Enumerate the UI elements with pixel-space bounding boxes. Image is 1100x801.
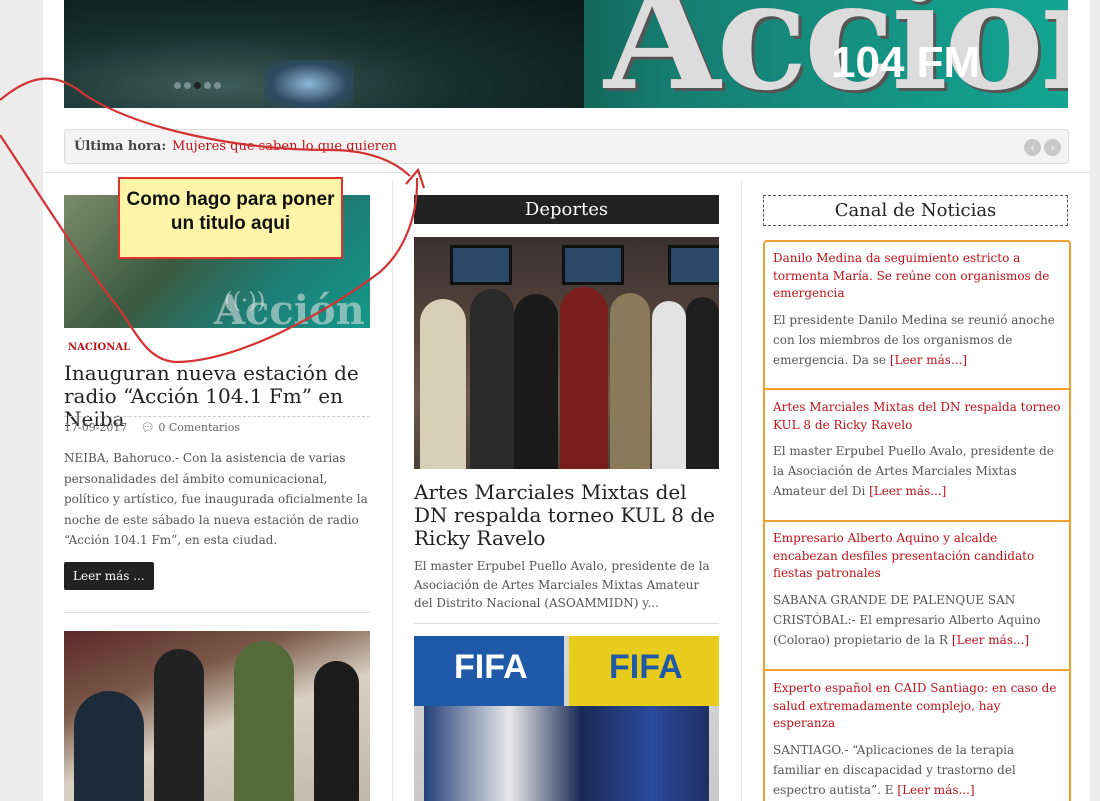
news-item-excerpt: El master Erpubel Puello Avalo, presiden…: [773, 441, 1063, 501]
category-badge[interactable]: NACIONAL: [68, 342, 130, 353]
comments-count: 0 Comentarios: [158, 421, 240, 434]
photo-figure: [314, 661, 359, 801]
news-divider: [765, 669, 1069, 671]
article-divider: [64, 612, 370, 613]
photo-figure: [420, 299, 466, 469]
read-more-button[interactable]: Leer más ...: [64, 562, 154, 590]
comment-icon: 💬︎: [140, 421, 155, 434]
news-item-excerpt: El presidente Danilo Medina se reunió an…: [773, 310, 1063, 370]
slider-dot[interactable]: [174, 82, 181, 89]
section-title-canal: Canal de Noticias: [763, 195, 1068, 226]
slider-dot[interactable]: [204, 82, 211, 89]
section-divider: [43, 172, 1090, 173]
chevron-left-icon[interactable]: ‹: [1024, 139, 1041, 156]
slider-dots[interactable]: [174, 82, 221, 89]
news-item: Experto español en CAID Santiago: en cas…: [773, 680, 1063, 800]
photo-tv-screen: [450, 245, 512, 285]
chevron-right-icon[interactable]: ›: [1044, 139, 1061, 156]
photo-figure: [560, 287, 608, 469]
photo-fifa-banner: FIFA: [414, 636, 564, 706]
image-logo-text: Acción: [214, 287, 365, 328]
photo-group: [424, 706, 709, 801]
article-date: 17-09-2017: [64, 421, 128, 434]
column-divider: [741, 180, 742, 801]
photo-figure: [470, 289, 514, 469]
read-more-link[interactable]: [Leer más...]: [897, 783, 974, 797]
photo-fifa-banner: FIFA: [569, 636, 719, 706]
comments-link[interactable]: 💬︎ 0 Comentarios: [141, 421, 240, 434]
read-more-link[interactable]: [Leer más...]: [869, 484, 946, 498]
ticker-label: Última hora:: [74, 139, 167, 154]
news-item-title-link[interactable]: Experto español en CAID Santiago: en cas…: [773, 680, 1063, 733]
article-meta: 17-09-2017 💬︎ 0 Comentarios: [64, 416, 370, 434]
header-banner[interactable]: Acción 104 FM: [64, 0, 1068, 108]
photo-figure: [154, 649, 204, 801]
slider-dot-active[interactable]: [194, 82, 201, 89]
slider-dot[interactable]: [214, 82, 221, 89]
article-excerpt: El master Erpubel Puello Avalo, presiden…: [414, 559, 710, 610]
news-item-title-link[interactable]: Danilo Medina da seguimiento estricto a …: [773, 250, 1063, 303]
station-frequency: 104 FM: [831, 38, 981, 87]
article-image-mma[interactable]: [414, 237, 719, 469]
photo-figure: [610, 293, 650, 469]
slider-dot[interactable]: [184, 82, 191, 89]
news-excerpt-text: SANTIAGO.- “Aplicaciones de la terapia f…: [773, 742, 1016, 797]
ticker-headline-link[interactable]: Mujeres que saben lo que quieren: [172, 139, 397, 154]
article-divider: [414, 623, 719, 624]
photo-figure: [74, 691, 144, 801]
news-divider: [765, 388, 1069, 390]
news-item-excerpt: SABANA GRANDE DE PALENQUE SAN CRISTÓBAL:…: [773, 590, 1063, 650]
banner-light: [264, 60, 354, 108]
section-title-deportes[interactable]: Deportes: [414, 195, 719, 224]
news-item-title-link[interactable]: Empresario Alberto Aquino y alcalde enca…: [773, 530, 1063, 583]
photo-figure: [652, 301, 686, 469]
news-divider: [765, 520, 1069, 522]
photo-tv-screen: [668, 245, 719, 285]
article-excerpt: NEIBA, Bahoruco.- Con la asistencia de v…: [64, 451, 368, 547]
read-more-link[interactable]: [Leer más...]: [952, 633, 1029, 647]
annotation-callout: Como hago para poner un titulo aqui: [118, 177, 343, 259]
breaking-news-ticker: Última hora: Mujeres que saben lo que qu…: [64, 129, 1069, 164]
article-image-meeting[interactable]: [64, 631, 370, 801]
photo-figure: [234, 641, 294, 801]
news-item: Empresario Alberto Aquino y alcalde enca…: [773, 530, 1063, 650]
article-title-link[interactable]: Artes Marciales Mixtas del DN respalda t…: [414, 481, 719, 550]
photo-figure: [686, 297, 719, 469]
column-divider: [392, 180, 393, 801]
article-image-fifa[interactable]: FIFA FIFA: [414, 636, 719, 801]
news-item-excerpt: SANTIAGO.- “Aplicaciones de la terapia f…: [773, 740, 1063, 800]
news-item: Artes Marciales Mixtas del DN respalda t…: [773, 399, 1063, 501]
news-item: Danilo Medina da seguimiento estricto a …: [773, 250, 1063, 370]
news-item-title-link[interactable]: Artes Marciales Mixtas del DN respalda t…: [773, 399, 1063, 434]
photo-figure: [514, 294, 558, 469]
photo-tv-screen: [562, 245, 624, 285]
read-more-link[interactable]: [Leer más...]: [890, 353, 967, 367]
